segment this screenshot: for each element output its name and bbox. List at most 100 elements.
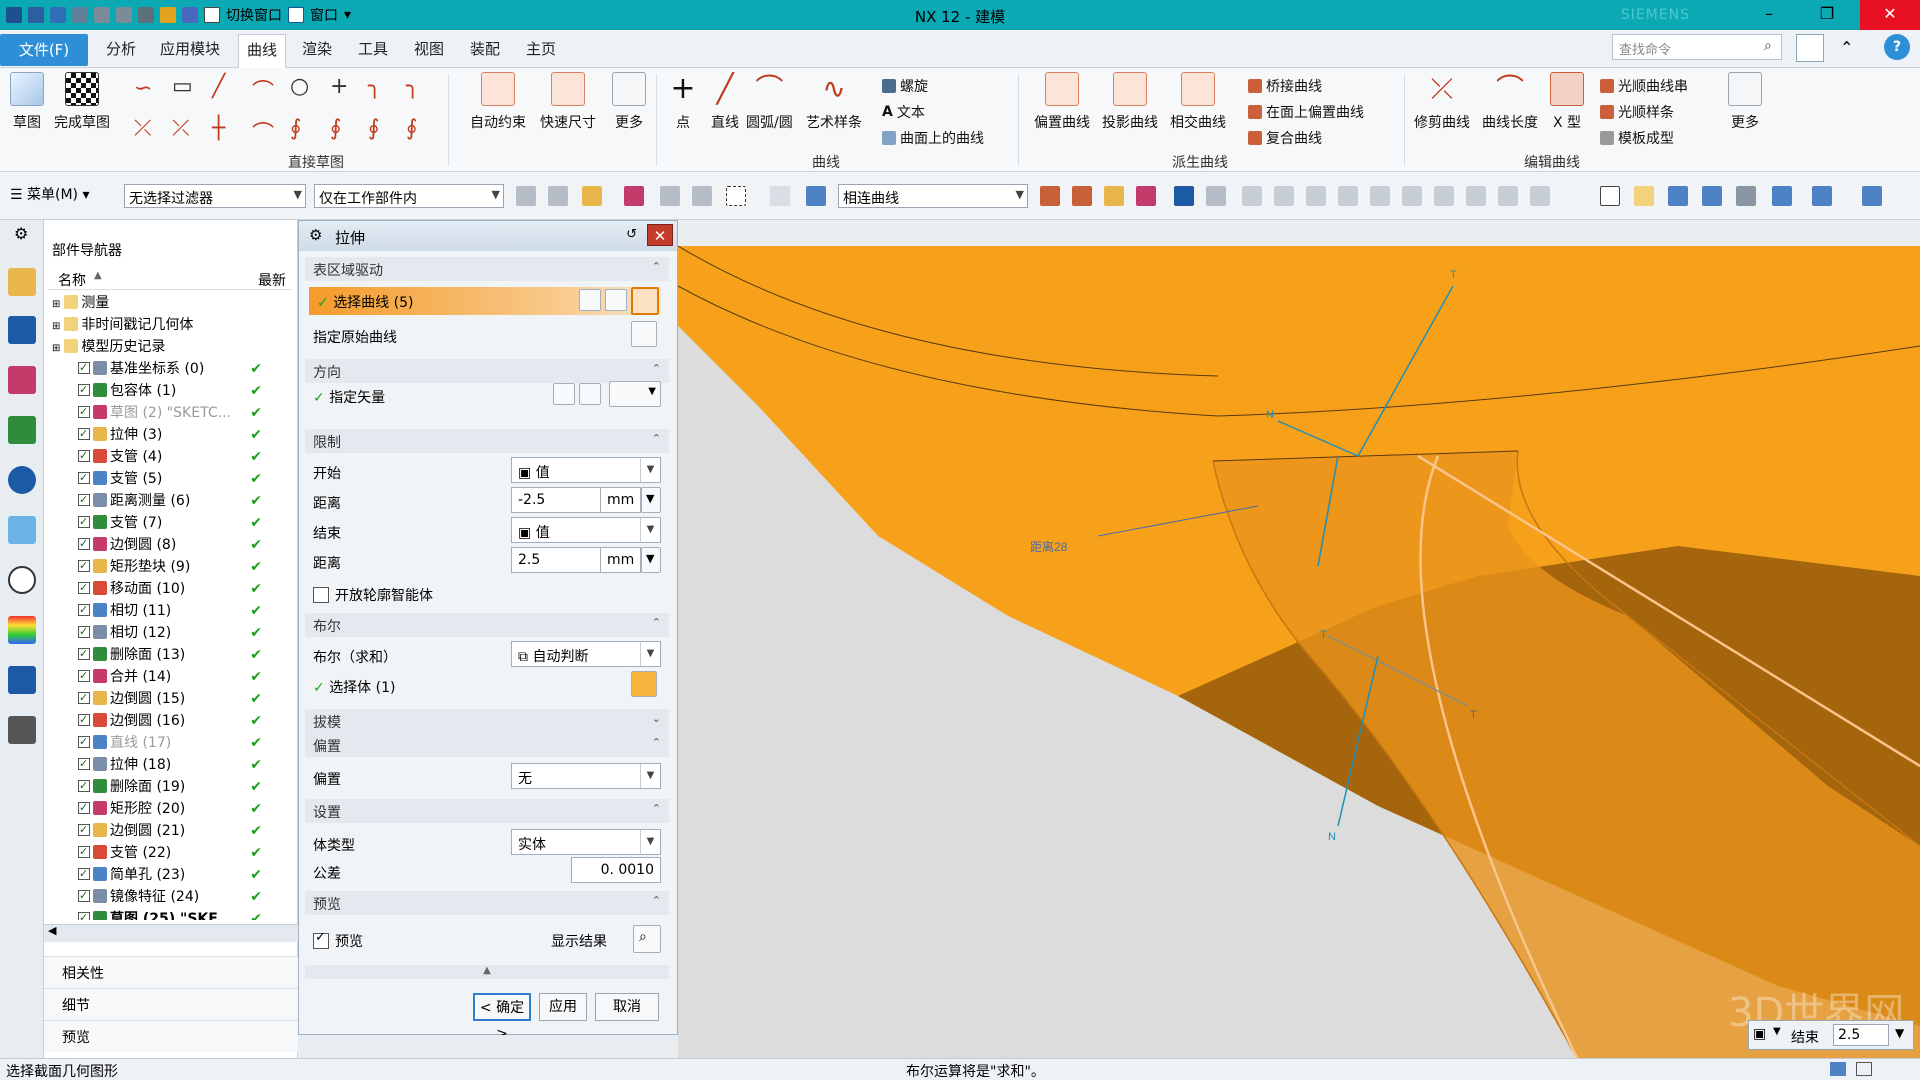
select-body-row[interactable]: ✓ 选择体 (1) [313, 677, 395, 697]
intersection-point-icon[interactable]: ∮ [368, 116, 379, 141]
more-edit-button[interactable]: 更多 [1728, 72, 1762, 132]
fillet-icon[interactable]: ╮ [368, 74, 381, 99]
intersection-curve-button[interactable]: 相交曲线 [1170, 72, 1226, 132]
tree-item[interactable]: 草图 (2) "SKETC... ✔ [48, 401, 292, 424]
start-distance-arrow[interactable]: ▼ [641, 487, 661, 513]
tree-item[interactable]: ⊞ 测量 [48, 292, 292, 314]
gear-icon[interactable]: ⚙ [14, 224, 28, 243]
profile-icon[interactable]: ∽ [134, 76, 152, 101]
visibility-checkbox[interactable] [78, 665, 90, 687]
column-latest[interactable]: 最新 [258, 270, 286, 290]
type-filter-select[interactable]: 无选择过滤器 ▼ [124, 184, 306, 208]
trim-icon[interactable]: ⤫ [134, 116, 152, 141]
rapid-dimension-button[interactable]: 快速尺寸 [540, 72, 596, 132]
curve-length-button[interactable]: ⌒ 曲线长度 [1482, 72, 1538, 132]
expand-icon[interactable]: ⊞ [52, 343, 60, 354]
visibility-checkbox[interactable] [78, 511, 90, 533]
assembly-navigator-icon[interactable] [8, 268, 36, 296]
section-header-offset[interactable]: 偏置 ⌃ [305, 733, 669, 757]
roles-icon[interactable] [8, 716, 36, 744]
project-curve-button[interactable]: 投影曲线 [1102, 72, 1158, 132]
origin-curve-button[interactable] [631, 321, 657, 347]
section-header-preview[interactable]: 预览 ⌃ [305, 891, 669, 915]
close-window-button[interactable]: ✕ [1860, 0, 1920, 30]
selection-scope-select[interactable]: 仅在工作部件内 ▼ [314, 184, 504, 208]
end-onscreen-input[interactable]: ▣ ▼ 结束 2.5 ▼ [1748, 1020, 1914, 1050]
specify-vector-row[interactable]: ✓ 指定矢量 [313, 387, 385, 407]
feature-curves-icon[interactable] [1104, 186, 1124, 206]
help-icon[interactable]: ? [1884, 34, 1910, 60]
orient-view-icon[interactable] [1772, 186, 1792, 206]
curve-point-snap-icon[interactable] [1370, 186, 1390, 206]
arc-center-snap-icon[interactable] [1402, 186, 1422, 206]
work-layer-icon[interactable] [1862, 186, 1882, 206]
visibility-checkbox[interactable] [78, 401, 90, 423]
section-header-draft[interactable]: 拔模 ⌄ [305, 709, 669, 733]
point-on-curve-snap-icon[interactable] [1498, 186, 1518, 206]
reset-icon[interactable]: ↺ [626, 227, 637, 242]
section-header-settings[interactable]: 设置 ⌃ [305, 799, 669, 823]
visibility-checkbox[interactable] [78, 555, 90, 577]
tree-item[interactable]: 拉伸 (18) ✔ [48, 753, 292, 776]
vector-dialog-icon[interactable] [579, 383, 601, 405]
end-distance-input[interactable]: 2.5 [511, 547, 601, 573]
bridge-curve-button[interactable]: 桥接曲线 [1248, 76, 1322, 96]
arc-icon[interactable]: ⌒ [252, 74, 274, 106]
gear-icon[interactable]: ⚙ [309, 226, 322, 244]
reverse-direction-icon[interactable] [553, 383, 575, 405]
preview-checkbox[interactable]: ✓ [313, 930, 329, 949]
visibility-checkbox[interactable] [78, 841, 90, 863]
tree-item[interactable]: 矩形腔 (20) ✔ [48, 797, 292, 820]
offset-in-face-button[interactable]: 在面上偏置曲线 [1248, 102, 1364, 122]
boolean-select[interactable]: ⧉ 自动判断 ▼ [511, 641, 661, 667]
tree-item[interactable]: 简单孔 (23) ✔ [48, 863, 292, 886]
visibility-checkbox[interactable] [78, 819, 90, 841]
tab-assembly[interactable]: 装配 [470, 38, 500, 59]
cube-select-icon[interactable] [770, 186, 790, 206]
visibility-checkbox[interactable] [78, 907, 90, 920]
sketch-section-icon[interactable] [605, 289, 627, 311]
selection-intent-icon[interactable] [1136, 186, 1156, 206]
fit-view-icon[interactable] [1600, 186, 1620, 206]
derived-line-icon[interactable]: ∮ [406, 116, 417, 141]
line-button[interactable]: ╱ 直线 [708, 72, 742, 132]
general-select-icon[interactable] [582, 186, 602, 206]
tree-item[interactable]: 边倒圆 (21) ✔ [48, 819, 292, 842]
point-icon[interactable]: + [330, 74, 348, 99]
arrow-right-icon[interactable] [1174, 186, 1194, 206]
point-on-face-snap-icon[interactable] [1530, 186, 1550, 206]
model-view[interactable]: 距离28 T N T N T 3D世界网 [678, 246, 1920, 1060]
tree-item[interactable]: 包容体 (1) ✔ [48, 379, 292, 402]
tree-item[interactable]: 删除面 (13) ✔ [48, 643, 292, 666]
curve-on-surface-button[interactable]: 曲面上的曲线 [882, 128, 984, 148]
dialog-title-bar[interactable]: ⚙ 拉伸 ↺ ✕ [299, 221, 677, 251]
tree-item[interactable]: 矩形垫块 (9) ✔ [48, 555, 292, 578]
cancel-button[interactable]: 取消 [595, 993, 659, 1021]
end-distance-arrow[interactable]: ▼ [641, 547, 661, 573]
display-mode-icon[interactable] [1812, 186, 1832, 206]
curve-rule-select[interactable]: 相连曲线 ▼ [838, 184, 1028, 208]
x-form-button[interactable]: X 型 [1550, 72, 1584, 132]
restore-button[interactable]: ❐ [1804, 0, 1850, 30]
studio-spline-button[interactable]: ∿ 艺术样条 [806, 72, 862, 132]
sketch-button[interactable]: 草图 [10, 72, 44, 132]
arrow-down-icon[interactable]: ▼ [1895, 1026, 1904, 1040]
column-name[interactable]: 名称 [58, 270, 86, 290]
extend-icon[interactable]: ⤫ [172, 116, 190, 141]
tree-item[interactable]: 草图 (25) "SKE... ✔ [48, 907, 292, 920]
tree-item[interactable]: 移动面 (10) ✔ [48, 577, 292, 600]
move-snap-icon[interactable] [1206, 186, 1226, 206]
info-icon[interactable] [8, 466, 36, 494]
tree-item[interactable]: ⊞ 模型历史记录 [48, 336, 292, 358]
fair-spline-button[interactable]: 光顺样条 [1600, 102, 1674, 122]
tab-view[interactable]: 视图 [414, 38, 444, 59]
dimension-label[interactable]: 距离28 [1030, 539, 1068, 554]
section-header-section[interactable]: 表区域驱动 ⌃ [305, 257, 669, 281]
end-unit-select[interactable]: mm [601, 547, 641, 573]
offset-select[interactable]: 无 ▼ [511, 763, 661, 789]
tree-item[interactable]: 删除面 (19) ✔ [48, 775, 292, 798]
section-header-limits[interactable]: 限制 ⌃ [305, 429, 669, 453]
history-clock-icon[interactable] [8, 566, 36, 594]
finish-sketch-button[interactable]: 完成草图 [54, 72, 110, 132]
select-linked-icon[interactable] [660, 186, 680, 206]
